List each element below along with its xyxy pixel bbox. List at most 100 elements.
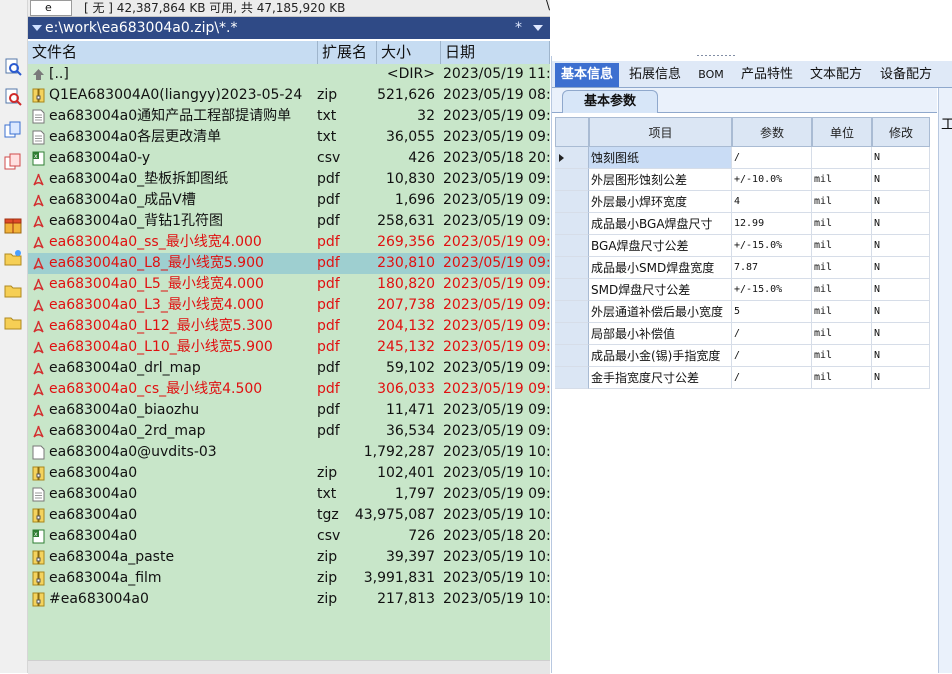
grid-cell-param[interactable]: 7.87: [732, 257, 812, 279]
grid-cell-item[interactable]: 成品最小金(锡)手指宽度: [589, 345, 732, 367]
grid-row[interactable]: 局部最小补偿值 / mil N: [555, 323, 930, 345]
grid-row[interactable]: 外层最小焊环宽度 4 mil N: [555, 191, 930, 213]
grid-cell-unit[interactable]: mil: [812, 301, 872, 323]
grid-row[interactable]: 成品最小BGA焊盘尺寸 12.99 mil N: [555, 213, 930, 235]
grid-header-modify[interactable]: 修改: [872, 117, 930, 147]
file-row[interactable]: ea683004a_paste zip 39,397 2023/05/19 10:0: [28, 547, 550, 568]
file-row[interactable]: #ea683004a0 zip 217,813 2023/05/19 10:1: [28, 589, 550, 610]
file-row[interactable]: ea683004a0_2rd_map pdf 36,534 2023/05/19 09…: [28, 421, 550, 442]
grid-cell-modify[interactable]: N: [872, 235, 930, 257]
grid-cell-unit[interactable]: mil: [812, 279, 872, 301]
grid-cell-item[interactable]: 蚀刻图纸: [589, 147, 732, 169]
new-folder-icon[interactable]: [3, 248, 23, 268]
row-indicator[interactable]: [555, 169, 589, 191]
grid-cell-item[interactable]: SMD焊盘尺寸公差: [589, 279, 732, 301]
find-icon[interactable]: [3, 57, 23, 77]
tab-text-recipe[interactable]: 文本配方: [804, 63, 868, 87]
copy-icon[interactable]: [3, 120, 23, 140]
row-indicator[interactable]: [555, 147, 589, 169]
row-indicator[interactable]: [555, 345, 589, 367]
file-row[interactable]: ea683004a0_L10_最小线宽5.900 pdf 245,132 2023/0…: [28, 337, 550, 358]
root-button[interactable]: \: [546, 0, 550, 12]
grid-cell-param[interactable]: /: [732, 367, 812, 389]
grid-cell-modify[interactable]: N: [872, 301, 930, 323]
grid-cell-item[interactable]: 外层图形蚀刻公差: [589, 169, 732, 191]
parent-dir-row[interactable]: [..] <DIR> 2023/05/19 11:0: [28, 64, 550, 85]
grid-cell-modify[interactable]: N: [872, 191, 930, 213]
grid-cell-item[interactable]: 外层最小焊环宽度: [589, 191, 732, 213]
file-row[interactable]: ea683004a0_背钻1孔符图 pdf 258,631 2023/05/19 09…: [28, 211, 550, 232]
grid-row[interactable]: 成品最小SMD焊盘宽度 7.87 mil N: [555, 257, 930, 279]
grid-cell-param[interactable]: 12.99: [732, 213, 812, 235]
grid-cell-modify[interactable]: N: [872, 213, 930, 235]
file-row[interactable]: ea683004a0_L8_最小线宽5.900 pdf 230,810 2023/05…: [28, 253, 550, 274]
grid-header-unit[interactable]: 单位: [812, 117, 872, 147]
row-indicator[interactable]: [555, 235, 589, 257]
grid-cell-unit[interactable]: [812, 147, 872, 169]
file-row[interactable]: ea683004a0_垫板拆卸图纸 pdf 10,830 2023/05/19 09:…: [28, 169, 550, 190]
grid-cell-modify[interactable]: N: [872, 279, 930, 301]
grid-cell-item[interactable]: 成品最小SMD焊盘宽度: [589, 257, 732, 279]
side-panel-label[interactable]: 工: [941, 114, 952, 134]
file-list[interactable]: [..] <DIR> 2023/05/19 11:0 Q1EA683004A0(lia…: [28, 64, 550, 673]
grid-cell-unit[interactable]: mil: [812, 345, 872, 367]
grid-cell-param[interactable]: +/-15.0%: [732, 279, 812, 301]
grid-header-item[interactable]: 项目: [589, 117, 732, 147]
row-indicator[interactable]: [555, 279, 589, 301]
grid-cell-modify[interactable]: N: [872, 367, 930, 389]
grid-cell-param[interactable]: 5: [732, 301, 812, 323]
file-row[interactable]: x ea683004a0 csv 726 2023/05/18 20:1: [28, 526, 550, 547]
grid-row[interactable]: BGA焊盘尺寸公差 +/-15.0% mil N: [555, 235, 930, 257]
grid-cell-item[interactable]: BGA焊盘尺寸公差: [589, 235, 732, 257]
grid-cell-item[interactable]: 外层通道补偿后最小宽度: [589, 301, 732, 323]
tab-equipment-recipe[interactable]: 设备配方: [874, 63, 938, 87]
grid-row[interactable]: 成品最小金(锡)手指宽度 / mil N: [555, 345, 930, 367]
column-size[interactable]: 大小: [377, 41, 441, 64]
grid-cell-param[interactable]: +/-15.0%: [732, 235, 812, 257]
column-ext[interactable]: 扩展名: [318, 41, 377, 64]
grid-cell-unit[interactable]: mil: [812, 235, 872, 257]
grid-row[interactable]: 金手指宽度尺寸公差 / mil N: [555, 367, 930, 389]
file-row[interactable]: ea683004a0各层更改清单 txt 36,055 2023/05/19 09:2: [28, 127, 550, 148]
tab-basic-params[interactable]: 基本参数: [562, 90, 658, 113]
file-row[interactable]: ea683004a0_L12_最小线宽5.300 pdf 204,132 2023/0…: [28, 316, 550, 337]
file-row[interactable]: ea683004a0_cs_最小线宽4.500 pdf 306,033 2023/05…: [28, 379, 550, 400]
file-row[interactable]: ea683004a0_成品V槽 pdf 1,696 2023/05/19 09:2: [28, 190, 550, 211]
column-name[interactable]: 文件名: [28, 41, 318, 64]
file-row[interactable]: ea683004a0 zip 102,401 2023/05/19 10:1: [28, 463, 550, 484]
find-red-icon[interactable]: [3, 87, 23, 107]
grid-cell-modify[interactable]: N: [872, 345, 930, 367]
grid-cell-modify[interactable]: N: [872, 323, 930, 345]
file-row[interactable]: ea683004a0_ss_最小线宽4.000 pdf 269,356 2023/05…: [28, 232, 550, 253]
file-row[interactable]: ea683004a0 txt 1,797 2023/05/19 09:2: [28, 484, 550, 505]
row-indicator[interactable]: [555, 301, 589, 323]
file-row[interactable]: ea683004a0@uvdits-03 1,792,287 2023/05/19 …: [28, 442, 550, 463]
grid-cell-modify[interactable]: N: [872, 147, 930, 169]
file-row[interactable]: ea683004a0_L3_最小线宽4.000 pdf 207,738 2023/05…: [28, 295, 550, 316]
file-row[interactable]: ea683004a0 tgz 43,975,087 2023/05/19 10:0: [28, 505, 550, 526]
row-indicator[interactable]: [555, 213, 589, 235]
file-row[interactable]: ea683004a0通知产品工程部提请购单 txt 32 2023/05/19 09:…: [28, 106, 550, 127]
package-icon[interactable]: [3, 215, 23, 235]
drive-selector[interactable]: e: [30, 0, 72, 16]
compare-icon[interactable]: [3, 152, 23, 172]
grid-cell-param[interactable]: +/-10.0%: [732, 169, 812, 191]
row-indicator[interactable]: [555, 191, 589, 213]
file-row[interactable]: ea683004a0_L5_最小线宽4.000 pdf 180,820 2023/05…: [28, 274, 550, 295]
grid-cell-item[interactable]: 金手指宽度尺寸公差: [589, 367, 732, 389]
grid-cell-unit[interactable]: mil: [812, 213, 872, 235]
file-row[interactable]: Q1EA683004A0(liangyy)2023-05-24 zip 521,62…: [28, 85, 550, 106]
column-date[interactable]: 日期: [441, 41, 550, 64]
history-dropdown-icon[interactable]: [533, 25, 543, 31]
grid-cell-param[interactable]: 4: [732, 191, 812, 213]
grid-cell-modify[interactable]: N: [872, 257, 930, 279]
file-row[interactable]: x ea683004a0-y csv 426 2023/05/18 20:1: [28, 148, 550, 169]
tab-basic-info[interactable]: 基本信息: [555, 63, 619, 87]
file-row[interactable]: ea683004a0_biaozhu pdf 11,471 2023/05/19 09…: [28, 400, 550, 421]
row-indicator[interactable]: [555, 323, 589, 345]
grid-cell-param[interactable]: /: [732, 345, 812, 367]
grid-cell-modify[interactable]: N: [872, 169, 930, 191]
grid-cell-unit[interactable]: mil: [812, 367, 872, 389]
file-row[interactable]: ea683004a_film zip 3,991,831 2023/05/19 10:…: [28, 568, 550, 589]
grid-row[interactable]: 蚀刻图纸 / N: [555, 147, 930, 169]
